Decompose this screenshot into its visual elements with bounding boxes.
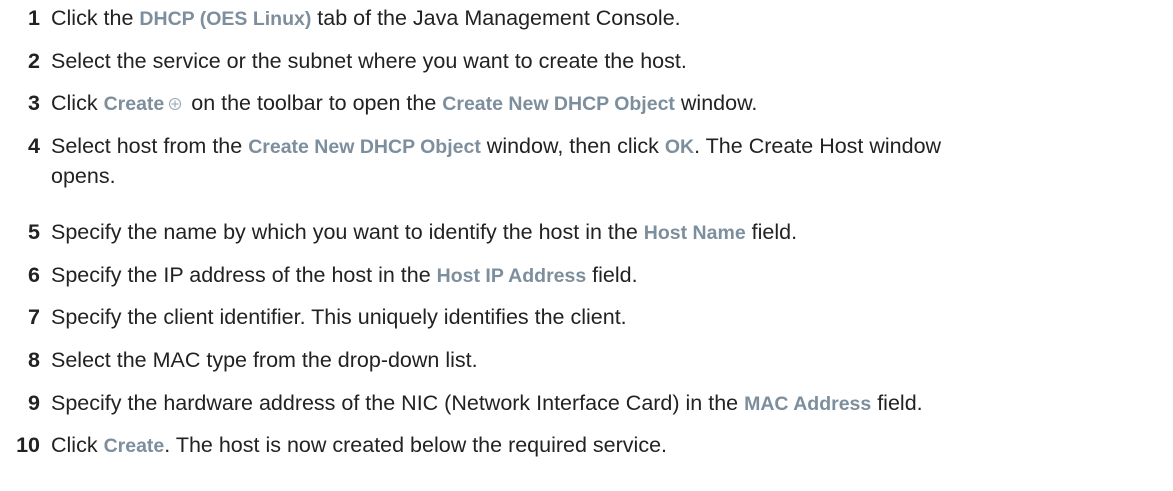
step-number: 8 — [28, 348, 40, 372]
step-text: Specify the IP address of the host in th… — [51, 261, 1166, 291]
text-run: . The host is now created below the requ… — [164, 433, 667, 457]
text-run: Specify the client identifier. This uniq… — [51, 305, 627, 329]
text-run: Click — [51, 91, 104, 115]
step-text: Click the DHCP (OES Linux) tab of the Ja… — [51, 4, 1166, 34]
text-run: on the toolbar to open the — [185, 91, 443, 115]
step-number: 9 — [28, 391, 40, 415]
text-run: Select the MAC type from the drop-down l… — [51, 348, 478, 372]
step-text: Specify the client identifier. This uniq… — [51, 303, 1166, 332]
ui-term: Create — [103, 93, 165, 115]
text-run: Select host from the — [51, 134, 249, 158]
step-text: Click Create. The host is now created be… — [51, 431, 1166, 461]
step-number: 2 — [28, 49, 40, 73]
text-run: Select the service or the subnet where y… — [51, 49, 687, 73]
step-number: 5 — [28, 220, 40, 244]
ui-term: Create New DHCP Object — [442, 93, 675, 115]
step-text: Select the service or the subnet where y… — [51, 47, 1166, 76]
ui-term: Create — [103, 435, 165, 457]
step-number: 1 — [28, 6, 40, 30]
text-run: field. — [745, 220, 798, 244]
step-number: 10 — [16, 433, 40, 457]
ui-term: MAC Address — [744, 393, 872, 415]
create-icon — [168, 90, 182, 111]
procedure-steps: 1 Click the DHCP (OES Linux) tab of the J… — [0, 0, 1173, 491]
text-run: field. — [871, 391, 923, 415]
step-text-continuation: opens. — [51, 164, 116, 188]
text-run: Click the — [51, 6, 140, 30]
step-text: Click Create on the toolbar to open the … — [51, 89, 1166, 119]
step-number: 4 — [28, 134, 40, 158]
ui-term: Host IP Address — [436, 265, 587, 287]
text-run: window, then click — [480, 134, 665, 158]
text-run: tab of the Java Management Console. — [311, 6, 681, 30]
step-text: Select the MAC type from the drop-down l… — [51, 346, 1166, 375]
ui-term: Create New DHCP Object — [248, 136, 481, 158]
step-text: Select host from the Create New DHCP Obj… — [51, 132, 1166, 191]
ui-term: OK — [664, 136, 695, 158]
text-run: Click — [51, 433, 104, 457]
text-run: Specify the hardware address of the NIC … — [51, 391, 745, 415]
text-run: . The Create Host window — [694, 134, 942, 158]
step-number: 6 — [28, 263, 40, 287]
ui-term: Host Name — [643, 222, 746, 244]
step-number: 7 — [28, 305, 40, 329]
step-number: 3 — [28, 91, 40, 115]
step-text: Specify the hardware address of the NIC … — [51, 389, 1166, 419]
text-run: window. — [674, 91, 758, 115]
text-run: Specify the name by which you want to id… — [51, 220, 644, 244]
text-run: Specify the IP address of the host in th… — [51, 263, 437, 287]
ui-term: DHCP (OES Linux) — [139, 8, 312, 30]
step-text: Specify the name by which you want to id… — [51, 218, 1166, 248]
text-run: field. — [586, 263, 638, 287]
